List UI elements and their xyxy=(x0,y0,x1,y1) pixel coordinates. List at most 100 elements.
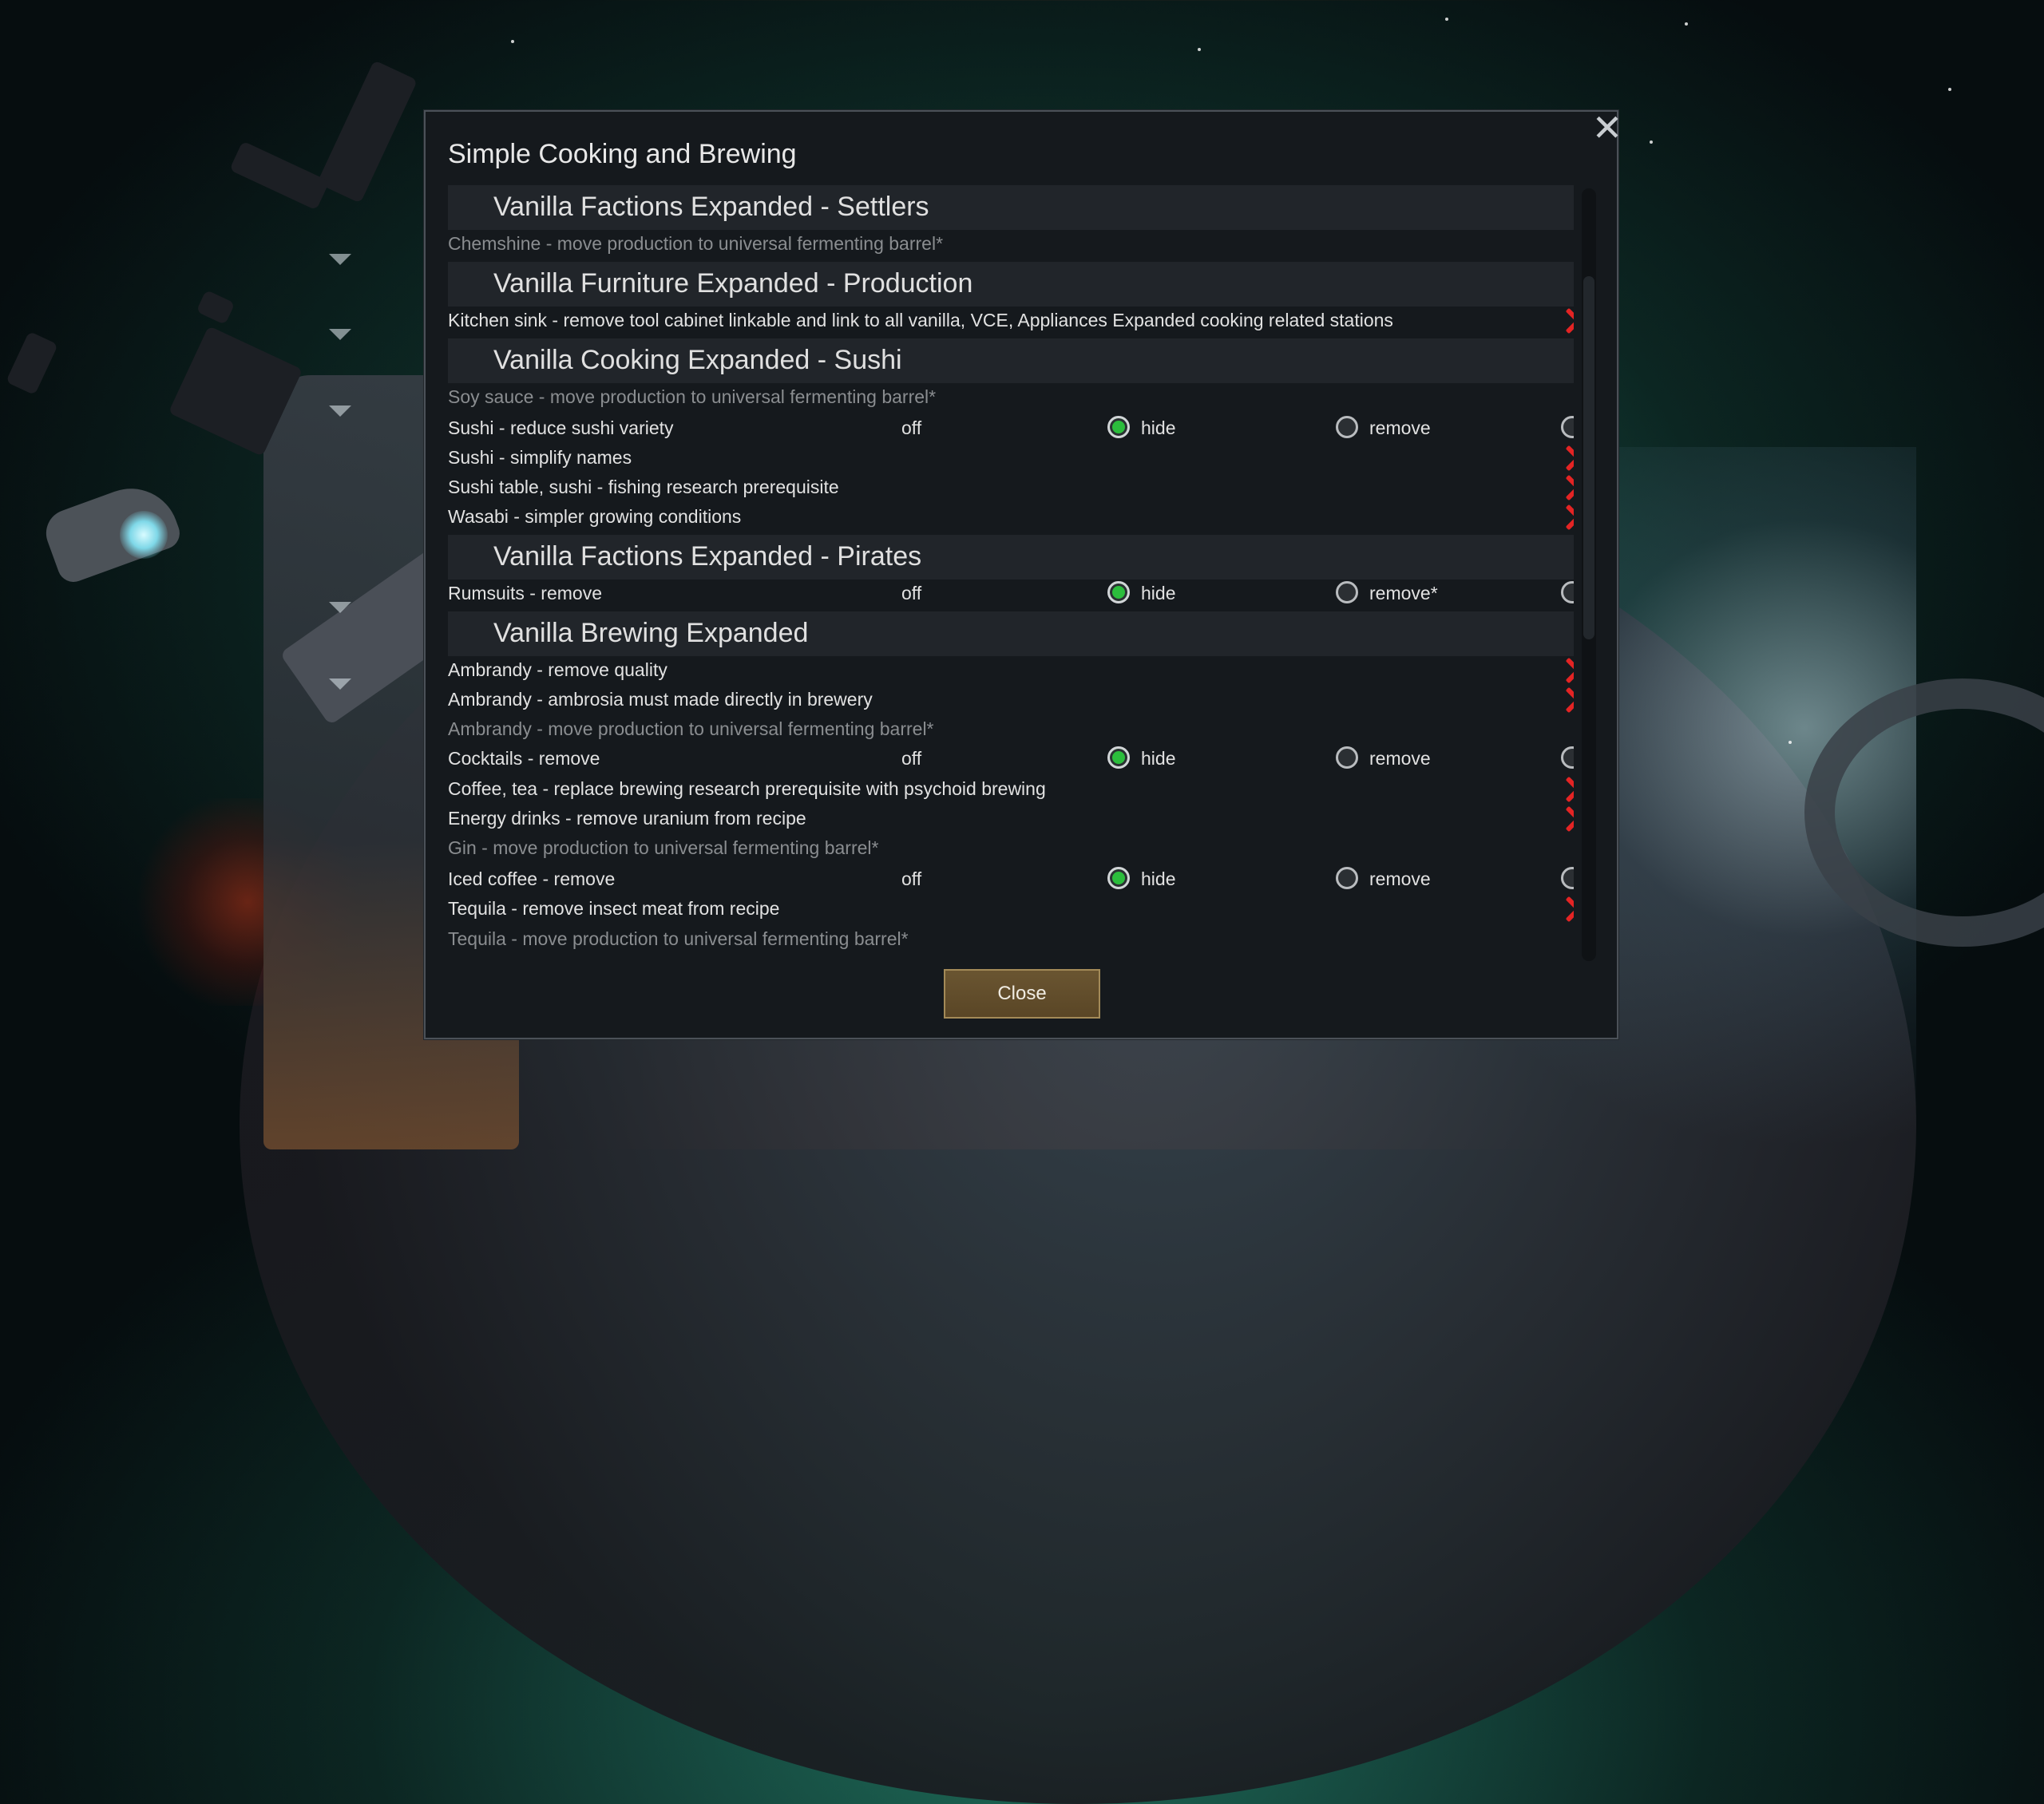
asteroid xyxy=(196,289,236,326)
settings-list[interactable]: Vanilla Factions Expanded - Settlers Che… xyxy=(448,185,1574,983)
setting-row: Tequila - remove insect meat from recipe xyxy=(448,895,1574,924)
star xyxy=(1650,140,1653,144)
setting-row: Ambrandy - move production to universal … xyxy=(448,715,1574,744)
setting-row: Energy drinks - remove uranium from reci… xyxy=(448,805,1574,833)
setting-label: Chemshine - move production to universal… xyxy=(448,233,944,254)
setting-label: Soy sauce - move production to universal… xyxy=(448,386,937,407)
star xyxy=(1198,48,1201,51)
close-button[interactable]: Close xyxy=(944,969,1100,1019)
star xyxy=(511,40,514,43)
setting-label: Ambrandy - ambrosia must made directly i… xyxy=(448,689,873,710)
section-title: Vanilla Factions Expanded - Settlers xyxy=(493,192,929,222)
toggle-off-icon[interactable] xyxy=(1564,775,1574,804)
option-remove-label: remove xyxy=(1369,417,1431,438)
setting-row: Kitchen sink - remove tool cabinet linka… xyxy=(448,307,1574,335)
option-hide-label: hide xyxy=(1141,868,1176,889)
toggle-off-icon[interactable] xyxy=(1564,895,1574,924)
star xyxy=(1948,88,1951,91)
section-header: Vanilla Brewing Expanded xyxy=(448,611,1574,656)
mod-settings-dialog: ✕ Simple Cooking and Brewing Vanilla Fac… xyxy=(424,109,1622,1039)
radio-off[interactable] xyxy=(1561,581,1574,603)
option-remove-label: remove* xyxy=(1369,583,1438,603)
close-icon[interactable]: ✕ xyxy=(1591,109,1623,146)
toggle-off-icon[interactable] xyxy=(1564,307,1574,335)
radio-remove[interactable] xyxy=(1336,416,1358,438)
star xyxy=(1685,22,1688,26)
toggle-off-icon[interactable] xyxy=(1564,686,1574,714)
map-marker-icon xyxy=(329,678,351,690)
dialog-title: Simple Cooking and Brewing xyxy=(448,139,797,169)
radio-hide[interactable] xyxy=(1107,867,1130,889)
radio-hide[interactable] xyxy=(1107,746,1130,769)
radio-off[interactable] xyxy=(1561,867,1574,889)
radio-off[interactable] xyxy=(1561,416,1574,438)
toggle-off-icon[interactable] xyxy=(1564,503,1574,532)
map-marker-icon xyxy=(329,254,351,265)
setting-label: Tequila - remove insect meat from recipe xyxy=(448,898,780,919)
option-off-label: off xyxy=(901,868,922,889)
map-marker-icon xyxy=(329,406,351,417)
option-off-label: off xyxy=(901,583,922,603)
setting-row: Ambrandy - ambrosia must made directly i… xyxy=(448,686,1574,714)
toggle-off-icon[interactable] xyxy=(1564,805,1574,833)
toggle-off-icon[interactable] xyxy=(1564,473,1574,502)
engine-glow xyxy=(120,511,168,559)
option-remove-label: remove xyxy=(1369,868,1431,889)
setting-row: Tequila - move production to universal f… xyxy=(448,925,1574,954)
setting-row: Wasabi - simpler growing conditions xyxy=(448,503,1574,532)
setting-row: Rumsuits - remove off hide remove* xyxy=(448,580,1574,608)
radio-hide[interactable] xyxy=(1107,416,1130,438)
setting-label: Cocktails - remove xyxy=(448,748,600,769)
setting-label: Kitchen sink - remove tool cabinet linka… xyxy=(448,310,1393,330)
setting-row: Sushi - reduce sushi variety off hide re… xyxy=(448,414,1574,443)
asteroid xyxy=(6,330,58,396)
section-header: Vanilla Furniture Expanded - Production xyxy=(448,262,1574,307)
setting-row: Sushi - simplify names xyxy=(448,444,1574,473)
setting-label: Sushi - simplify names xyxy=(448,447,632,468)
setting-label: Coffee, tea - replace brewing research p… xyxy=(448,778,1046,799)
section-header: Vanilla Factions Expanded - Settlers xyxy=(448,185,1574,230)
map-marker-icon xyxy=(329,329,351,340)
map-marker-icon xyxy=(329,602,351,613)
setting-row: Soy sauce - move production to universal… xyxy=(448,383,1574,412)
asteroid xyxy=(229,140,330,211)
radio-remove[interactable] xyxy=(1336,867,1358,889)
option-hide-label: hide xyxy=(1141,748,1176,769)
setting-label: Gin - move production to universal ferme… xyxy=(448,837,879,858)
section-title: Vanilla Cooking Expanded - Sushi xyxy=(493,345,902,375)
option-remove-label: remove xyxy=(1369,748,1431,769)
star xyxy=(1788,741,1792,744)
radio-remove[interactable] xyxy=(1336,581,1358,603)
option-hide-label: hide xyxy=(1141,583,1176,603)
setting-label: Energy drinks - remove uranium from reci… xyxy=(448,808,806,829)
setting-row: Ambrandy - remove quality xyxy=(448,656,1574,685)
radio-off[interactable] xyxy=(1561,746,1574,769)
option-hide-label: hide xyxy=(1141,417,1176,438)
radio-hide[interactable] xyxy=(1107,581,1130,603)
section-title: Vanilla Furniture Expanded - Production xyxy=(493,268,973,299)
setting-label: Ambrandy - remove quality xyxy=(448,659,667,680)
option-off-label: off xyxy=(901,748,922,769)
setting-row: Gin - move production to universal ferme… xyxy=(448,834,1574,863)
setting-label: Sushi - reduce sushi variety xyxy=(448,417,674,438)
setting-label: Sushi table, sushi - fishing research pr… xyxy=(448,477,839,497)
setting-row: Iced coffee - remove off hide remove xyxy=(448,865,1574,894)
asteroid xyxy=(316,60,418,204)
setting-label: Wasabi - simpler growing conditions xyxy=(448,506,742,527)
star xyxy=(1445,18,1448,21)
option-off-label: off xyxy=(901,417,922,438)
toggle-off-icon[interactable] xyxy=(1564,444,1574,473)
setting-label: Ambrandy - move production to universal … xyxy=(448,718,934,739)
section-header: Vanilla Cooking Expanded - Sushi xyxy=(448,338,1574,383)
setting-row: Chemshine - move production to universal… xyxy=(448,230,1574,259)
setting-label: Tequila - move production to universal f… xyxy=(448,928,909,949)
toggle-off-icon[interactable] xyxy=(1564,656,1574,685)
section-title: Vanilla Brewing Expanded xyxy=(493,618,809,648)
setting-label: Rumsuits - remove xyxy=(448,583,602,603)
section-title: Vanilla Factions Expanded - Pirates xyxy=(493,541,922,572)
setting-label: Iced coffee - remove xyxy=(448,868,616,889)
setting-row: Cocktails - remove off hide remove xyxy=(448,745,1574,773)
scrollbar-thumb[interactable] xyxy=(1583,276,1594,639)
radio-remove[interactable] xyxy=(1336,746,1358,769)
setting-row: Sushi table, sushi - fishing research pr… xyxy=(448,473,1574,502)
